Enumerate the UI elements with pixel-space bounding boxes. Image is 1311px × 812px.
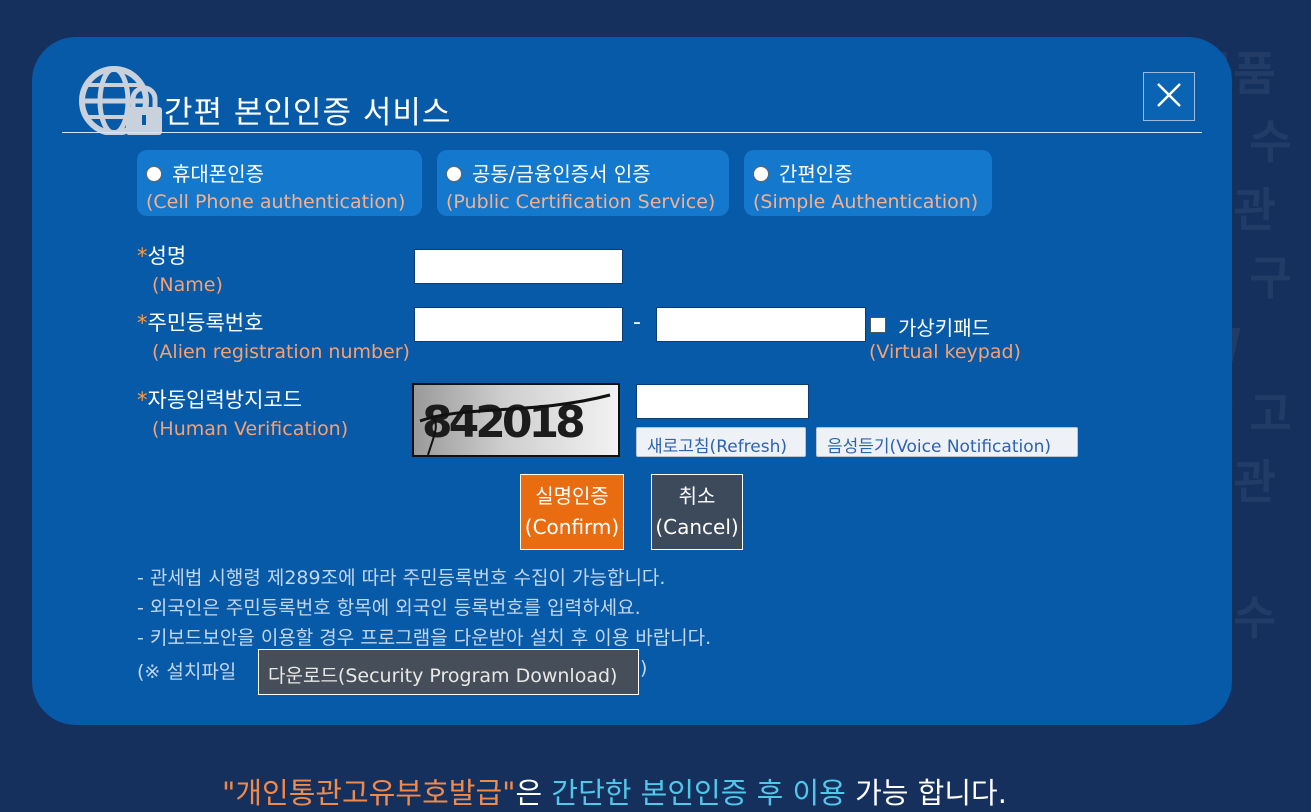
radio-simple-auth[interactable] <box>753 166 769 182</box>
footer-highlight: 간단한 본인인증 후 이용 <box>551 776 846 810</box>
required-mark: * <box>137 311 148 335</box>
human-verification-label: *자동입력방지코드 (Human Verification) <box>137 384 348 440</box>
confirm-label-en: (Confirm) <box>524 515 620 539</box>
virtual-keypad-label: 가상키패드 <box>898 316 990 340</box>
captcha-image: 842018 <box>412 383 620 457</box>
registration-separator: - <box>633 310 641 335</box>
close-button[interactable] <box>1143 72 1195 121</box>
required-mark: * <box>137 388 148 412</box>
globe-lock-icon <box>78 65 168 136</box>
tab-label-en: (Cell Phone authentication) <box>146 191 406 213</box>
name-label-ko: 성명 <box>147 244 187 268</box>
footer-message: "개인통관고유부호발급"은 간단한 본인인증 후 이용 가능 합니다. <box>222 770 1007 812</box>
note-line: - 외국인은 주민등록번호 항목에 외국인 등록번호를 입력하세요. <box>137 597 641 619</box>
note-line: - 관세법 시행령 제289조에 따라 주민등록번호 수집이 가능합니다. <box>137 567 666 589</box>
tab-label-en: (Public Certification Service) <box>446 191 716 213</box>
footer-service-name: "개인통관고유부호발급" <box>222 776 516 810</box>
name-label-en: (Name) <box>152 274 223 296</box>
download-prefix: (※ 설치파일 <box>137 661 237 683</box>
dialog-title: 간편 본인인증 서비스 <box>164 95 452 131</box>
registration-label: *주민등록번호 (Alien registration number) <box>137 307 410 363</box>
tab-simple-auth[interactable]: 간편인증 (Simple Authentication) <box>744 150 992 216</box>
virtual-keypad-checkbox[interactable] <box>870 317 886 333</box>
name-input[interactable] <box>414 249 623 284</box>
title-divider <box>62 132 1202 133</box>
registration-label-ko: 주민등록번호 <box>147 311 264 335</box>
human-verification-label-en: (Human Verification) <box>152 418 349 440</box>
tab-label-ko: 간편인증 <box>779 162 853 186</box>
tab-label-ko: 공동/금융인증서 인증 <box>472 162 651 186</box>
registration-back-input[interactable] <box>656 307 866 342</box>
radio-cell-phone[interactable] <box>146 166 162 182</box>
cancel-label-ko: 취소 <box>678 484 716 508</box>
download-suffix: ) <box>640 657 648 679</box>
captcha-input[interactable] <box>636 384 809 419</box>
registration-label-en: (Alien registration number) <box>152 341 410 363</box>
radio-public-certificate[interactable] <box>446 166 462 182</box>
footer-text: 은 <box>515 776 552 810</box>
confirm-label-ko: 실명인증 <box>535 484 609 508</box>
authentication-dialog: 간편 본인인증 서비스 휴대폰인증 (Cell Phone authentica… <box>32 37 1232 725</box>
cancel-button[interactable]: 취소 (Cancel) <box>651 474 743 550</box>
tab-label-en: (Simple Authentication) <box>753 191 979 213</box>
close-icon[interactable] <box>1155 81 1183 113</box>
confirm-button[interactable]: 실명인증 (Confirm) <box>520 474 624 550</box>
tab-label-ko: 휴대폰인증 <box>172 162 264 186</box>
required-mark: * <box>137 244 148 268</box>
refresh-button[interactable]: 새로고침(Refresh) <box>636 427 806 457</box>
name-label: *성명 (Name) <box>137 240 223 296</box>
virtual-keypad-label-en: (Virtual keypad) <box>869 341 1021 363</box>
security-download-button[interactable]: 다운로드(Security Program Download) <box>258 649 639 695</box>
tab-public-certificate[interactable]: 공동/금융인증서 인증 (Public Certification Servic… <box>437 150 729 216</box>
registration-front-input[interactable] <box>414 307 623 342</box>
cancel-label-en: (Cancel) <box>655 515 739 539</box>
tab-cell-phone[interactable]: 휴대폰인증 (Cell Phone authentication) <box>137 150 422 216</box>
voice-notification-button[interactable]: 음성듣기(Voice Notification) <box>816 427 1078 457</box>
human-verification-label-ko: 자동입력방지코드 <box>147 388 303 412</box>
footer-text-end: 가능 합니다. <box>845 776 1007 810</box>
note-line: - 키보드보안을 이용할 경우 프로그램을 다운받아 설치 후 이용 바랍니다. <box>137 627 712 649</box>
